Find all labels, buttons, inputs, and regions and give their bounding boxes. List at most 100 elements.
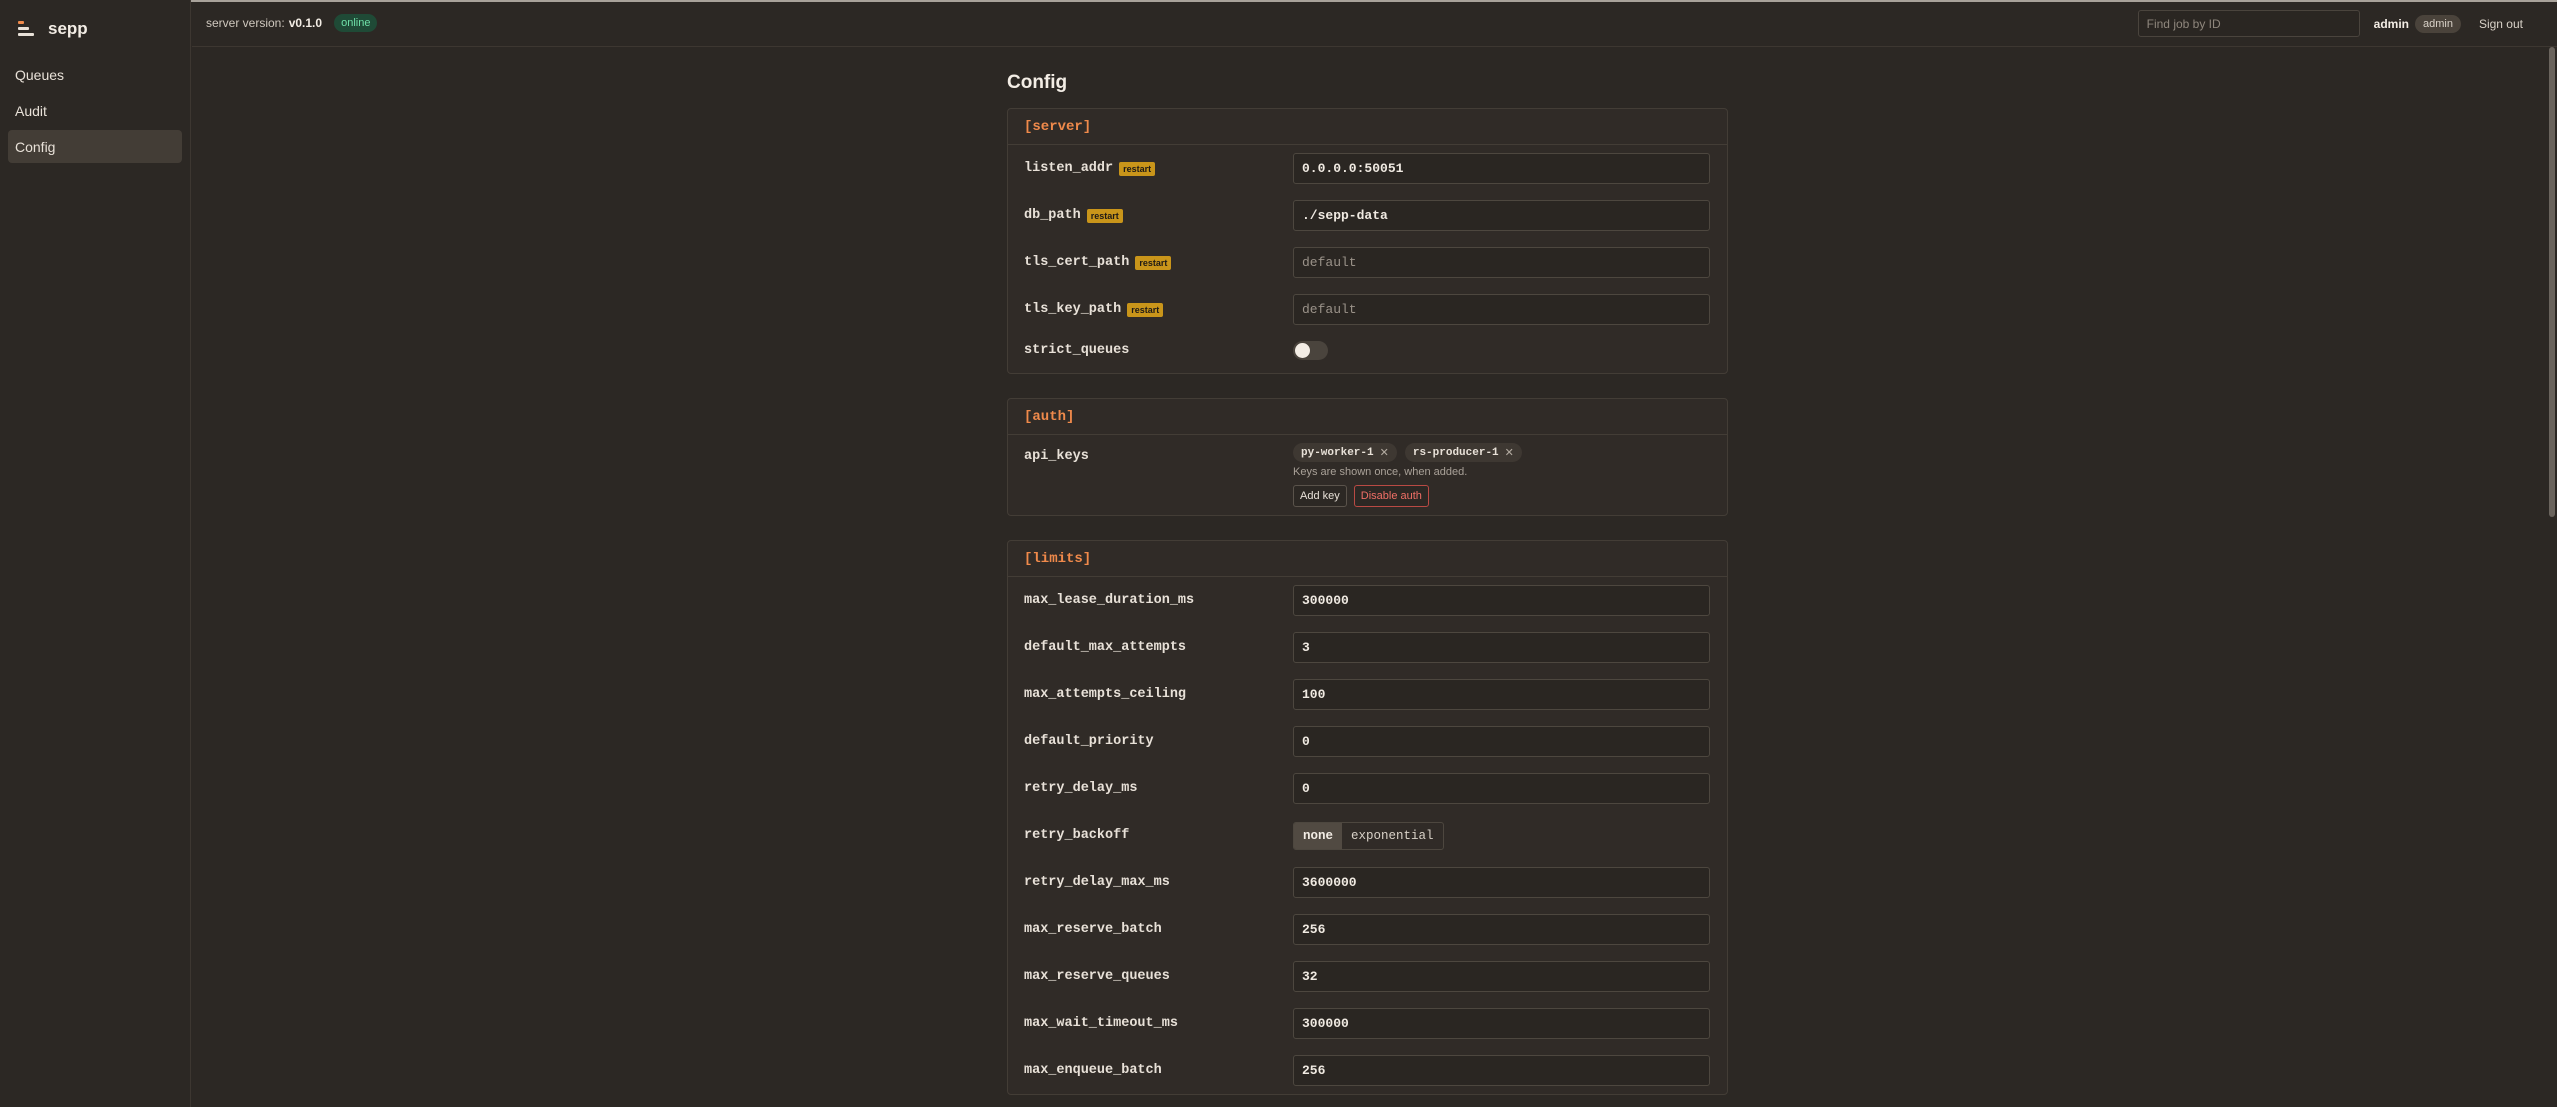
- config-row-max-reserve-batch: max_reserve_batch 256: [1008, 906, 1727, 953]
- topbar-right: admin admin Sign out: [2137, 0, 2557, 47]
- api-key-chip: rs-producer-1 ✕: [1404, 443, 1522, 462]
- sidebar-item-config[interactable]: Config: [8, 130, 182, 163]
- config-row-tls-key-path: tls_key_path restart default: [1008, 286, 1727, 333]
- config-row-default-max-attempts: default_max_attempts 3: [1008, 624, 1727, 671]
- remove-key-icon[interactable]: ✕: [1380, 446, 1389, 459]
- page-title: Config: [1007, 72, 1068, 93]
- max-attempts-ceiling-input[interactable]: 100: [1293, 679, 1710, 710]
- config-row-listen-addr: listen_addr restart 0.0.0.0:50051: [1008, 145, 1727, 192]
- config-label: default_priority: [1024, 734, 1154, 749]
- brand-name: sepp: [48, 19, 88, 38]
- api-key-actions: Add key Disable auth: [1293, 485, 1522, 507]
- restart-badge: restart: [1119, 161, 1156, 176]
- api-key-chip: py-worker-1 ✕: [1293, 443, 1397, 462]
- config-label: retry_backoff: [1024, 828, 1130, 843]
- max-reserve-batch-input[interactable]: 256: [1293, 914, 1710, 945]
- tls-key-path-label: tls_key_path: [1024, 302, 1122, 317]
- restart-badge: restart: [1135, 255, 1172, 270]
- api-key-chips: py-worker-1 ✕ rs-producer-1 ✕: [1293, 443, 1522, 462]
- config-row-db-path: db_path restart ./sepp-data: [1008, 192, 1727, 239]
- api-key-name: py-worker-1: [1301, 446, 1374, 459]
- config-row-max-lease-duration-ms: max_lease_duration_ms 300000: [1008, 577, 1727, 624]
- auth-section: [auth] api_keys py-worker-1 ✕ rs-produce…: [1007, 398, 1728, 516]
- config-row-default-priority: default_priority 0: [1008, 718, 1727, 765]
- db-path-label: db_path: [1024, 208, 1081, 223]
- server-version-value: v0.1.0: [288, 16, 323, 30]
- config-label: max_wait_timeout_ms: [1024, 1016, 1178, 1031]
- toggle-knob: [1295, 342, 1310, 358]
- tls-cert-path-input[interactable]: default: [1293, 247, 1710, 278]
- config-label: retry_delay_max_ms: [1024, 875, 1170, 890]
- config-row-max-enqueue-batch: max_enqueue_batch 256: [1008, 1047, 1727, 1094]
- config-label: max_reserve_batch: [1024, 922, 1162, 937]
- logo-icon: [18, 20, 38, 38]
- restart-badge: restart: [1086, 208, 1123, 223]
- max-wait-timeout-ms-input[interactable]: 300000: [1293, 1008, 1710, 1039]
- app-root: sepp Queues Audit Config server version:…: [0, 0, 2557, 1107]
- config-label: max_attempts_ceiling: [1024, 687, 1187, 702]
- main-content: Config [server] listen_addr restart 0.0.…: [1007, 72, 1728, 1107]
- db-path-input[interactable]: ./sepp-data: [1293, 200, 1710, 231]
- config-row-max-attempts-ceiling: max_attempts_ceiling 100: [1008, 671, 1727, 718]
- config-row-retry-backoff: retry_backoff none exponential: [1008, 812, 1727, 859]
- config-label: strict_queues: [1024, 343, 1293, 358]
- max-enqueue-batch-input[interactable]: 256: [1293, 1055, 1710, 1086]
- config-label: tls_key_path restart: [1024, 302, 1293, 317]
- retry-backoff-option-none[interactable]: none: [1294, 822, 1343, 849]
- remove-key-icon[interactable]: ✕: [1505, 446, 1514, 459]
- config-label: max_reserve_queues: [1024, 969, 1170, 984]
- config-row-max-reserve-queues: max_reserve_queues 32: [1008, 953, 1727, 1000]
- tls-key-path-input[interactable]: default: [1293, 294, 1710, 325]
- retry-delay-max-ms-input[interactable]: 3600000: [1293, 867, 1710, 898]
- section-header-server: [server]: [1008, 109, 1727, 145]
- config-row-max-wait-timeout-ms: max_wait_timeout_ms 300000: [1008, 1000, 1727, 1047]
- limits-section: [limits] max_lease_duration_ms 300000 de…: [1007, 540, 1728, 1095]
- brand[interactable]: sepp: [0, 0, 190, 58]
- listen-addr-input[interactable]: 0.0.0.0:50051: [1293, 153, 1710, 184]
- config-label: listen_addr restart: [1024, 161, 1293, 176]
- retry-backoff-option-exponential[interactable]: exponential: [1342, 823, 1443, 849]
- listen-addr-label: listen_addr: [1024, 161, 1114, 176]
- config-label: max_lease_duration_ms: [1024, 593, 1195, 608]
- scrollbar[interactable]: [2547, 47, 2557, 1107]
- section-header-limits: [limits]: [1008, 541, 1727, 577]
- section-header-auth: [auth]: [1008, 399, 1727, 435]
- strict-queues-label: strict_queues: [1024, 342, 1130, 358]
- max-lease-duration-ms-input[interactable]: 300000: [1293, 585, 1710, 616]
- config-row-retry-delay-ms: retry_delay_ms 0: [1008, 765, 1727, 812]
- status-badge: online: [334, 14, 378, 32]
- restart-badge: restart: [1127, 302, 1164, 317]
- retry-backoff-selector: none exponential: [1293, 821, 1444, 850]
- default-priority-input[interactable]: 0: [1293, 726, 1710, 757]
- config-row-api-keys: api_keys py-worker-1 ✕ rs-producer-1 ✕ K…: [1008, 435, 1727, 515]
- sign-out-link[interactable]: Sign out: [2479, 17, 2523, 31]
- sidebar: sepp Queues Audit Config: [0, 0, 191, 1107]
- config-label: max_enqueue_batch: [1024, 1063, 1162, 1078]
- config-label: api_keys: [1024, 443, 1293, 464]
- api-keys-area: py-worker-1 ✕ rs-producer-1 ✕ Keys are s…: [1293, 443, 1522, 507]
- default-max-attempts-input[interactable]: 3: [1293, 632, 1710, 663]
- config-row-strict-queues: strict_queues: [1008, 333, 1727, 373]
- disable-auth-button[interactable]: Disable auth: [1353, 485, 1429, 507]
- sidebar-nav: Queues Audit Config: [0, 58, 190, 163]
- job-search-input[interactable]: [2137, 10, 2360, 37]
- config-label: db_path restart: [1024, 208, 1293, 223]
- add-key-button[interactable]: Add key: [1293, 485, 1347, 507]
- server-section: [server] listen_addr restart 0.0.0.0:500…: [1007, 108, 1728, 374]
- strict-queues-toggle[interactable]: [1293, 340, 1328, 360]
- config-label: retry_delay_ms: [1024, 781, 1138, 796]
- scrollbar-thumb[interactable]: [2549, 47, 2555, 517]
- config-row-tls-cert-path: tls_cert_path restart default: [1008, 239, 1727, 286]
- server-version-label: server version:: [206, 16, 285, 30]
- max-reserve-queues-input[interactable]: 32: [1293, 961, 1710, 992]
- sidebar-item-audit[interactable]: Audit: [8, 94, 182, 127]
- sidebar-item-queues[interactable]: Queues: [8, 58, 182, 91]
- retry-delay-ms-input[interactable]: 0: [1293, 773, 1710, 804]
- tls-cert-path-label: tls_cert_path: [1024, 255, 1130, 270]
- api-keys-note: Keys are shown once, when added.: [1293, 466, 1468, 478]
- api-key-name: rs-producer-1: [1412, 446, 1499, 459]
- config-label: tls_cert_path restart: [1024, 255, 1293, 270]
- user-name: admin: [2373, 16, 2409, 31]
- config-row-retry-delay-max-ms: retry_delay_max_ms 3600000: [1008, 859, 1727, 906]
- config-label: default_max_attempts: [1024, 640, 1187, 655]
